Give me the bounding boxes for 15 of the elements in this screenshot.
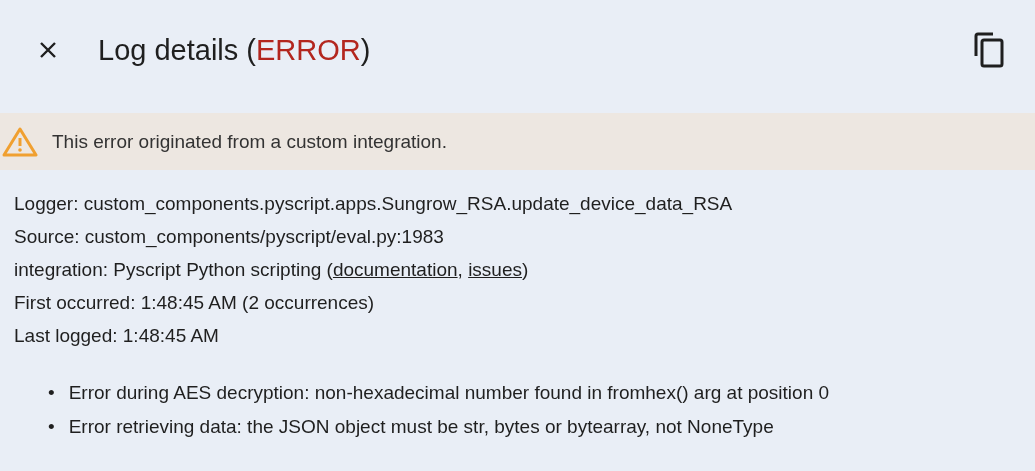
warning-icon bbox=[2, 126, 38, 157]
detail-line: Last logged: 1:48:45 AM bbox=[14, 324, 220, 348]
link[interactable]: issues bbox=[468, 259, 522, 280]
link[interactable]: documentation bbox=[332, 259, 458, 280]
detail-line: integration: Pyscript Python scripting (documentation, issues) bbox=[14, 258, 530, 282]
copy-icon bbox=[973, 32, 1005, 68]
detail-line: Source: custom_components/pyscript/eval.py:1983 bbox=[14, 225, 445, 249]
bullet: • bbox=[48, 415, 55, 439]
bullet: • bbox=[48, 381, 55, 405]
warning-text: This error originated from a custom integration. bbox=[52, 130, 447, 153]
error-message: Error during AES decryption: non-hexadecimal number found in fromhex() arg at position 0 bbox=[68, 381, 830, 405]
detail-line: First occurred: 1:48:45 AM (2 occurrences) bbox=[14, 291, 376, 315]
dialog-title: Log details (ERROR) bbox=[98, 33, 372, 67]
detail-line: Logger: custom_components.pyscript.apps.Sungrow_RSA.update_device_data_RSA bbox=[14, 192, 734, 216]
error-message: Error retrieving data: the JSON object must be str, bytes or bytearray, not NoneType bbox=[68, 415, 774, 439]
